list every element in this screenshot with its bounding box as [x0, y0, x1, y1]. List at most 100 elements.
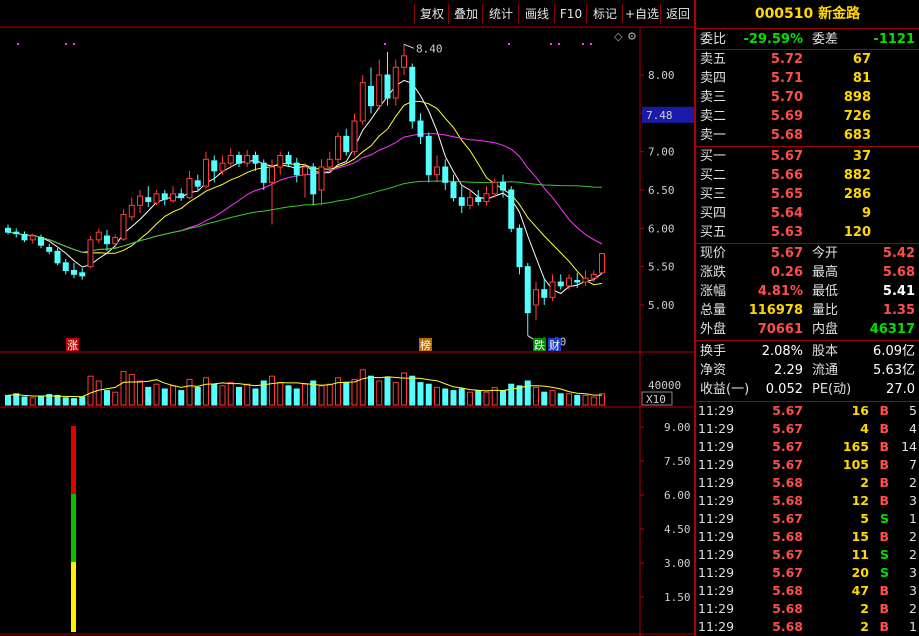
volume-bar — [128, 374, 135, 406]
tick-price: 5.68 — [772, 529, 803, 544]
stat-label: 外盘 — [700, 322, 727, 337]
volume-bar — [38, 395, 44, 406]
stat-value: 5.41 — [882, 284, 915, 299]
tick-row: 11:29 5.67 4 B 4 — [698, 420, 919, 438]
current-price-tag: 7.48 — [646, 109, 673, 122]
candle-body — [128, 204, 135, 218]
signal-dot — [65, 43, 67, 45]
signal-dot — [73, 43, 75, 45]
indicator-axis-label: 4.50 — [664, 523, 691, 536]
candle-body — [442, 166, 449, 183]
candle-body — [425, 135, 432, 176]
candle-body — [392, 66, 399, 99]
volume-bar — [541, 391, 548, 406]
signal-dot — [550, 43, 552, 45]
candle-body — [62, 262, 69, 272]
buy-level-label: 买四 — [700, 206, 727, 221]
tick-time: 11:29 — [698, 529, 735, 544]
tick-side: B — [879, 601, 889, 616]
tick-row: 11:29 5.68 2 B 1 — [698, 618, 919, 636]
tick-row: 11:29 5.67 5 S 1 — [698, 510, 919, 528]
tick-side: S — [879, 511, 889, 526]
candle-body — [467, 197, 473, 206]
price-axis-label: 6.00 — [648, 222, 675, 235]
volume-bar — [409, 375, 416, 406]
stat-label: 涨跌 — [700, 265, 727, 280]
volume-bar — [368, 375, 374, 406]
candle-body — [87, 239, 94, 268]
candle-body — [203, 158, 209, 187]
tick-price: 5.68 — [772, 601, 803, 616]
volume-bar — [566, 393, 572, 406]
volume-bar — [21, 396, 28, 406]
sell-row: 卖四 5.71 81 — [698, 69, 919, 88]
stat-row: 总量 116978 量比 1.35 — [698, 301, 919, 320]
stat-row: 涨幅 4.81% 最低 5.41 — [698, 282, 919, 301]
sell-row: 卖一 5.68 683 — [698, 126, 919, 145]
volume-bar — [590, 396, 597, 406]
indicator-axis-label: 7.50 — [664, 455, 691, 468]
tick-price: 5.67 — [772, 565, 803, 580]
kline-chart-panel[interactable]: 复权 叠加 统计 画线 F10 标记 +自选 返回 8.007.507.006.… — [0, 0, 694, 636]
high-marker-line — [403, 43, 415, 49]
candle-body — [71, 270, 77, 275]
candle-body — [351, 120, 358, 153]
volume-bar — [137, 380, 143, 406]
candle-body — [541, 289, 548, 298]
volume-bar — [425, 383, 432, 406]
volume-bar — [335, 377, 341, 406]
signal-dot — [590, 43, 592, 45]
tick-count: 5 — [909, 403, 917, 418]
candle-body — [475, 197, 482, 203]
indicator-axis-label: 1.50 — [664, 591, 691, 604]
tick-side: B — [879, 583, 889, 598]
candle-body — [161, 193, 168, 200]
tick-count: 4 — [909, 421, 917, 436]
sell-level-label: 卖四 — [700, 71, 727, 86]
tick-row: 11:29 5.67 11 S 2 — [698, 546, 919, 564]
tick-count: 1 — [909, 511, 917, 526]
buy-volume: 120 — [843, 225, 871, 240]
tick-price: 5.67 — [772, 403, 803, 418]
buy-price: 5.66 — [770, 168, 803, 183]
tick-volume: 47 — [851, 583, 869, 598]
tick-time: 11:29 — [698, 565, 735, 580]
tick-side: B — [879, 493, 889, 508]
stat-value: 46317 — [869, 322, 915, 337]
sell-row: 卖五 5.72 67 — [698, 50, 919, 69]
tick-row: 11:29 5.67 105 B 7 — [698, 456, 919, 474]
candle-body — [376, 74, 383, 107]
tick-time: 11:29 — [698, 439, 735, 454]
stat-label: 现价 — [700, 246, 727, 261]
volume-bar — [475, 390, 482, 406]
tick-time: 11:29 — [698, 583, 735, 598]
candle-body — [95, 231, 102, 241]
candle-body — [170, 193, 176, 202]
candle-body — [409, 66, 416, 122]
tick-volume: 5 — [860, 511, 869, 526]
tick-side: S — [879, 547, 889, 562]
candle-body — [574, 279, 581, 283]
tick-side: B — [879, 475, 889, 490]
candle-body — [549, 281, 556, 298]
candle-body — [508, 189, 515, 229]
stat-label: 总量 — [700, 303, 727, 318]
sell-price: 5.68 — [770, 128, 803, 143]
volume-bar — [384, 377, 391, 406]
volume-bar — [359, 369, 366, 406]
candle-body — [458, 197, 465, 206]
volume-bar — [549, 390, 556, 406]
buy-row: 买一 5.67 37 — [698, 147, 919, 166]
volume-bar — [71, 398, 77, 406]
sell-level-label: 卖二 — [700, 109, 727, 124]
tick-volume: 2 — [860, 619, 869, 634]
volume-bar — [458, 388, 465, 406]
tick-price: 5.67 — [772, 511, 803, 526]
candle-body — [293, 162, 300, 176]
candle-body — [318, 166, 325, 191]
volume-bar — [112, 391, 119, 406]
volume-bar — [79, 396, 86, 406]
high-marker-label: 8.40 — [416, 42, 443, 55]
sell-row: 卖二 5.69 726 — [698, 107, 919, 126]
indicator-axis-label: 3.00 — [664, 557, 691, 570]
